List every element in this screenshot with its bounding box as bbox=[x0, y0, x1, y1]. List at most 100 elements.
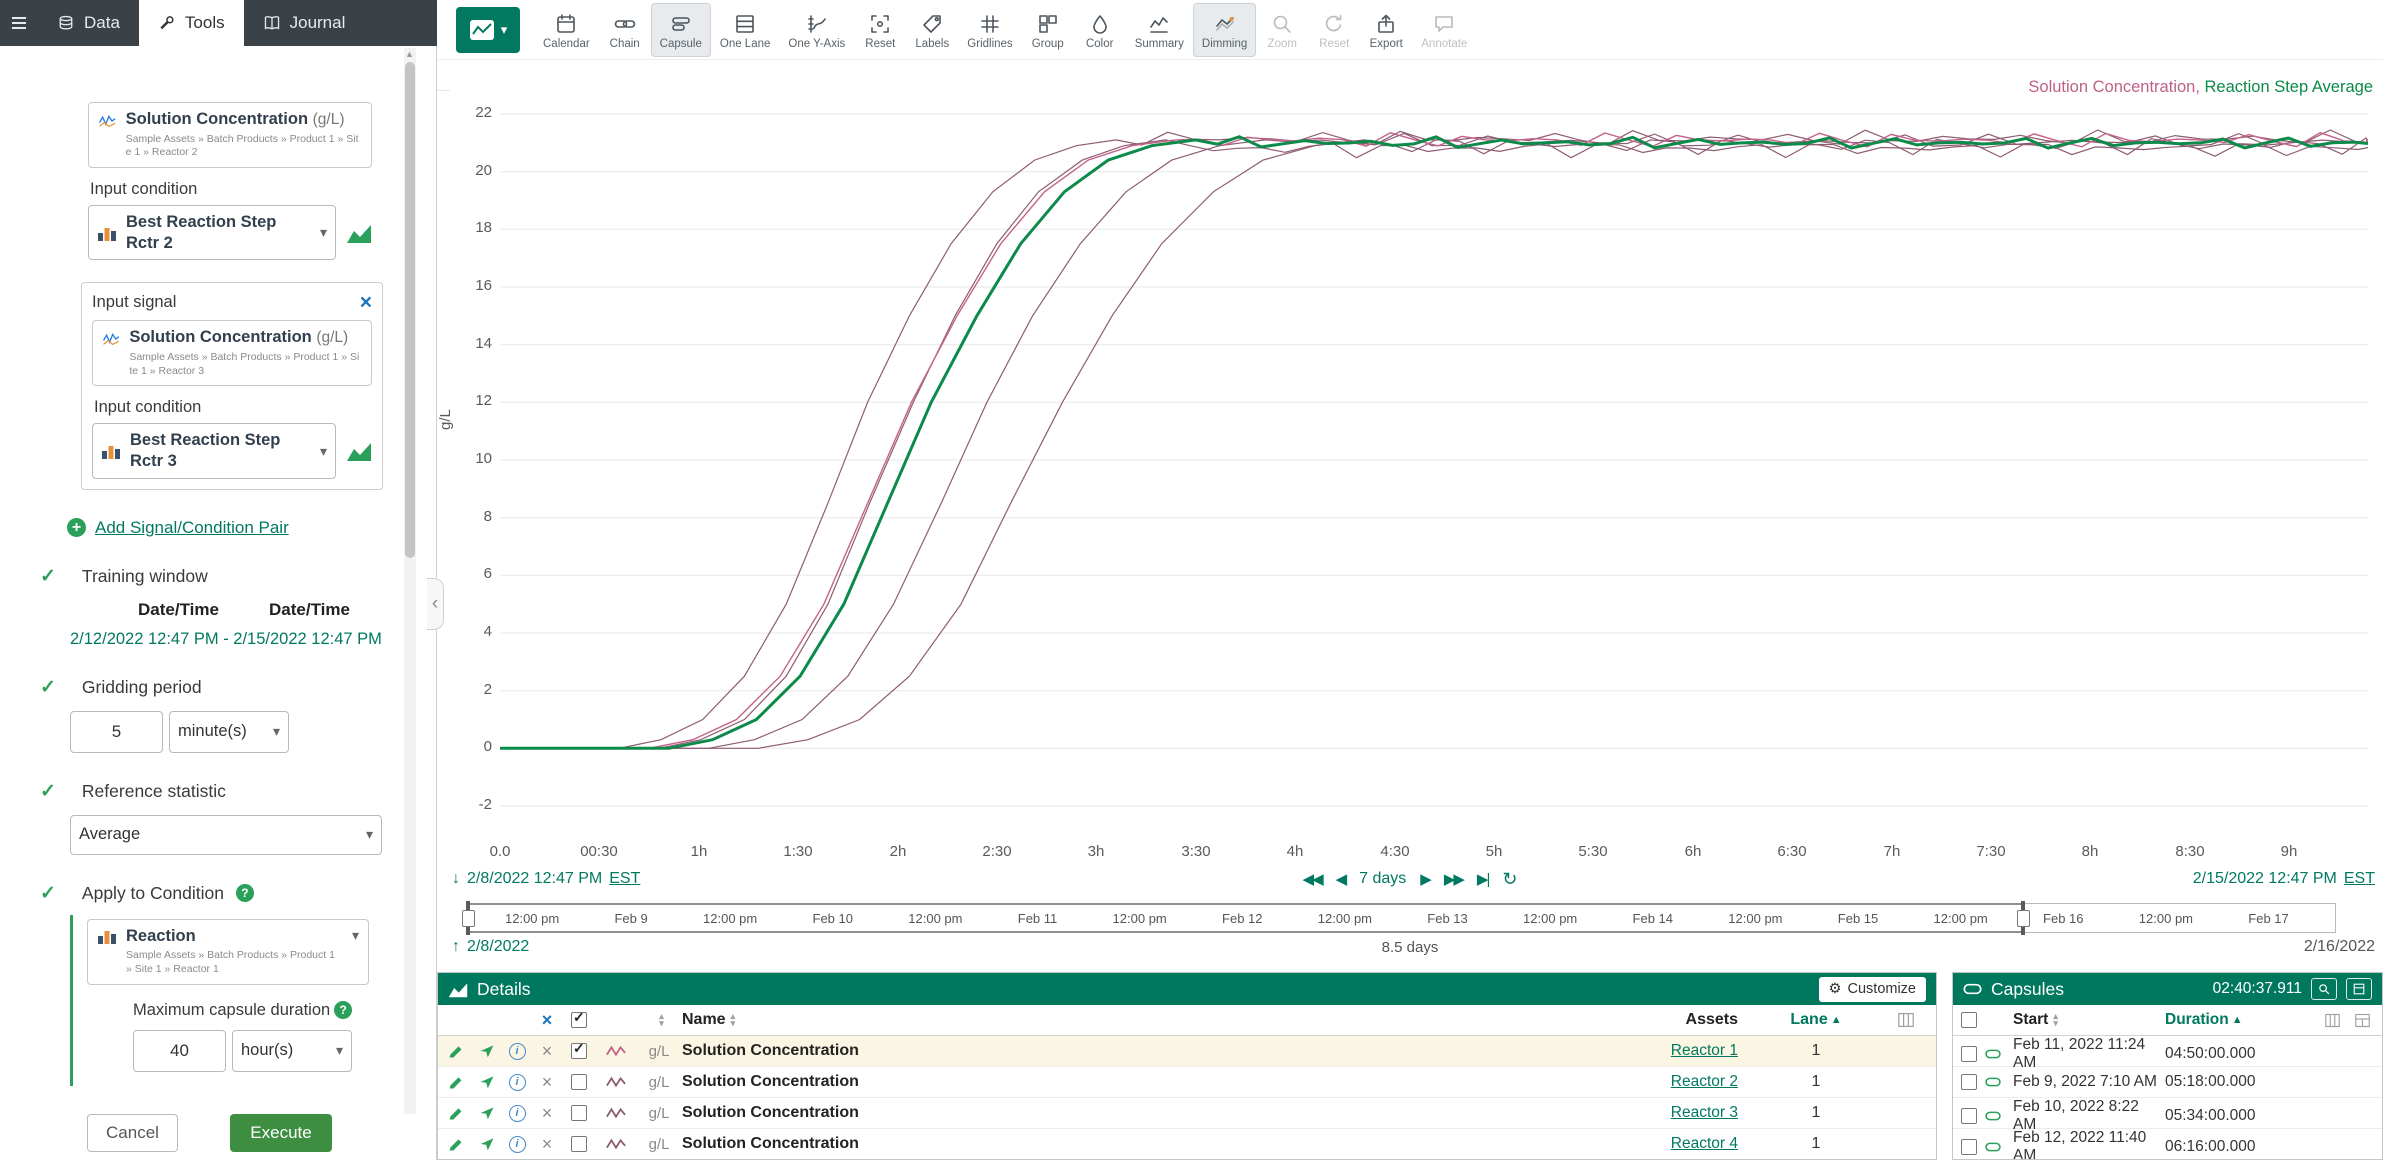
edit-pencil-icon[interactable] bbox=[438, 1105, 472, 1122]
arrow-up-icon[interactable]: ↑ bbox=[452, 938, 460, 956]
assets-column-header[interactable]: Assets bbox=[1686, 1011, 1738, 1029]
toolbar-chain-button[interactable]: Chain bbox=[599, 3, 651, 57]
legend-item-0[interactable]: Solution Concentration, bbox=[2028, 78, 2200, 96]
panel-collapse-handle[interactable]: ‹ bbox=[427, 578, 444, 630]
view-in-chart-button-1[interactable] bbox=[346, 222, 372, 244]
range-end-timezone[interactable]: EST bbox=[2344, 870, 2375, 888]
legend-item-1[interactable]: Reaction Step Average bbox=[2205, 78, 2373, 96]
scrollbar-thumb[interactable] bbox=[405, 62, 415, 558]
remove-all-icon[interactable]: × bbox=[532, 1010, 562, 1031]
signal-name[interactable]: Solution Concentration bbox=[682, 1073, 1556, 1091]
refresh-icon[interactable]: ↻ bbox=[1502, 869, 1517, 890]
toolbar-dimming-button[interactable]: Dimming bbox=[1193, 3, 1256, 57]
step-back-icon[interactable]: ◀ bbox=[1336, 870, 1346, 888]
step-forward-icon[interactable]: ▶ bbox=[1420, 870, 1430, 888]
input-condition-dropdown-1[interactable]: Best Reaction Step Rctr 2 ▾ bbox=[88, 205, 336, 260]
add-signal-condition-pair[interactable]: Add Signal/Condition Pair bbox=[67, 518, 400, 538]
remove-pair-icon[interactable]: × bbox=[360, 296, 372, 310]
range-end-value[interactable]: 2/15/2022 12:47 PM bbox=[2193, 870, 2337, 888]
toolbar-annotate-button[interactable]: Annotate bbox=[1412, 3, 1476, 57]
toolbar-export-button[interactable]: Export bbox=[1360, 3, 1412, 57]
view-mode-dropdown-button[interactable]: ▾ bbox=[456, 7, 520, 53]
gridding-period-section[interactable]: ✓ Gridding period bbox=[40, 676, 400, 699]
signal-name[interactable]: Solution Concentration bbox=[682, 1135, 1556, 1153]
range-duration-button[interactable]: 7 days bbox=[1359, 870, 1406, 888]
tab-data[interactable]: Data bbox=[38, 0, 139, 46]
scrollbar-up-arrow[interactable]: ▲ bbox=[405, 49, 414, 59]
tab-journal[interactable]: Journal bbox=[244, 0, 365, 46]
tab-tools[interactable]: Tools bbox=[139, 0, 244, 46]
asset-link[interactable]: Reactor 1 bbox=[1671, 1042, 1756, 1060]
edit-pencil-icon[interactable] bbox=[438, 1074, 472, 1091]
input-signal-card-2[interactable]: Solution Concentration (g/L) Sample Asse… bbox=[92, 320, 372, 386]
lane-column-header[interactable]: Lane bbox=[1790, 1011, 1827, 1029]
step-forward-fast-icon[interactable]: ▶▶ bbox=[1444, 870, 1463, 888]
row-checkbox[interactable] bbox=[1961, 1074, 1977, 1090]
trend-chart[interactable] bbox=[500, 100, 2368, 840]
reference-statistic-section[interactable]: ✓ Reference statistic bbox=[40, 780, 400, 803]
asset-link[interactable]: Reactor 4 bbox=[1671, 1135, 1756, 1153]
row-checkbox[interactable] bbox=[1961, 1139, 1977, 1155]
remove-icon[interactable]: × bbox=[532, 1134, 562, 1155]
help-icon[interactable] bbox=[236, 884, 254, 902]
range-start-timezone[interactable]: EST bbox=[609, 870, 640, 888]
columns-icon[interactable] bbox=[2324, 1013, 2354, 1028]
asset-link[interactable]: Reactor 3 bbox=[1671, 1104, 1756, 1122]
start-column-header[interactable]: Start bbox=[2013, 1011, 2048, 1029]
max-capsule-duration-input[interactable] bbox=[133, 1030, 226, 1072]
details-row[interactable]: × g/L Solution Concentration Reactor 4 1 bbox=[438, 1129, 1936, 1160]
toolbar-group-button[interactable]: Group bbox=[1022, 3, 1074, 57]
training-window-range[interactable]: 2/12/2022 12:47 PM - 2/15/2022 12:47 PM bbox=[70, 630, 400, 649]
range-start-value[interactable]: 2/8/2022 12:47 PM bbox=[467, 870, 602, 888]
cancel-button[interactable]: Cancel bbox=[87, 1114, 178, 1152]
row-checkbox[interactable] bbox=[571, 1105, 587, 1121]
step-to-end-icon[interactable]: ▶| bbox=[1477, 870, 1488, 888]
customize-button[interactable]: ⚙ Customize bbox=[1819, 977, 1927, 1002]
hamburger-menu-icon[interactable] bbox=[0, 0, 38, 46]
toolbar-labels-button[interactable]: Labels bbox=[906, 3, 958, 57]
step-to-start-icon[interactable]: ◀◀ bbox=[1303, 870, 1322, 888]
tool-panel-scrollbar[interactable]: ▲ bbox=[404, 48, 416, 1114]
view-in-chart-button-2[interactable] bbox=[346, 440, 372, 462]
row-checkbox[interactable] bbox=[571, 1074, 587, 1090]
capsule-row[interactable]: Feb 12, 2022 11:40 AM 06:16:00.000 bbox=[1953, 1129, 2382, 1160]
row-checkbox[interactable] bbox=[571, 1136, 587, 1152]
row-checkbox[interactable] bbox=[1961, 1046, 1977, 1062]
send-pin-icon[interactable] bbox=[472, 1043, 502, 1059]
execute-button[interactable]: Execute bbox=[230, 1114, 332, 1152]
input-signal-card-1[interactable]: Solution Concentration (g/L) Sample Asse… bbox=[88, 102, 372, 168]
edit-pencil-icon[interactable] bbox=[438, 1136, 472, 1153]
select-all-checkbox[interactable] bbox=[1961, 1012, 1977, 1028]
toolbar-capsule-button[interactable]: Capsule bbox=[651, 3, 711, 57]
training-window-section[interactable]: ✓ Training window bbox=[40, 565, 400, 588]
capsules-collapse-button[interactable] bbox=[2346, 978, 2372, 1000]
name-column-header[interactable]: Name bbox=[682, 1011, 726, 1029]
select-all-checkbox[interactable] bbox=[571, 1012, 587, 1028]
toolbar-one-y-axis-button[interactable]: One Y-Axis bbox=[779, 3, 854, 57]
details-row[interactable]: × g/L Solution Concentration Reactor 2 1 bbox=[438, 1067, 1936, 1098]
toolbar-one-lane-button[interactable]: One Lane bbox=[711, 3, 780, 57]
reference-statistic-dropdown[interactable]: Average ▾ bbox=[70, 815, 382, 855]
toolbar-summary-button[interactable]: Summary bbox=[1126, 3, 1193, 57]
send-pin-icon[interactable] bbox=[472, 1136, 502, 1152]
timeline-left-handle[interactable] bbox=[466, 901, 470, 935]
arrow-down-icon[interactable]: ↓ bbox=[452, 870, 460, 888]
info-icon[interactable] bbox=[502, 1105, 532, 1122]
capsules-search-button[interactable] bbox=[2311, 978, 2337, 1000]
toolbar-zoom-button[interactable]: Zoom bbox=[1256, 3, 1308, 57]
details-row[interactable]: × g/L Solution Concentration Reactor 1 1 bbox=[438, 1036, 1936, 1067]
capsule-row[interactable]: Feb 10, 2022 8:22 AM 05:34:00.000 bbox=[1953, 1098, 2382, 1129]
capsule-row[interactable]: Feb 11, 2022 11:24 AM 04:50:00.000 bbox=[1953, 1036, 2382, 1067]
gridding-period-value-input[interactable] bbox=[70, 711, 163, 753]
sort-icon[interactable] bbox=[731, 1013, 736, 1027]
info-icon[interactable] bbox=[502, 1043, 532, 1060]
toolbar-color-button[interactable]: Color bbox=[1074, 3, 1126, 57]
toolbar-reset-axes-button[interactable]: Reset bbox=[854, 3, 906, 57]
apply-condition-card[interactable]: Reaction Sample Assets » Batch Products … bbox=[87, 919, 369, 985]
send-pin-icon[interactable] bbox=[472, 1074, 502, 1090]
info-icon[interactable] bbox=[502, 1136, 532, 1153]
toolbar-gridlines-button[interactable]: Gridlines bbox=[958, 3, 1021, 57]
help-icon[interactable] bbox=[334, 1001, 352, 1019]
columns-icon[interactable] bbox=[1876, 1012, 1936, 1028]
timeline-overview-bar[interactable]: 12:00 pm Feb 9 12:00 pm Feb 10 12:00 pm … bbox=[468, 903, 2336, 933]
